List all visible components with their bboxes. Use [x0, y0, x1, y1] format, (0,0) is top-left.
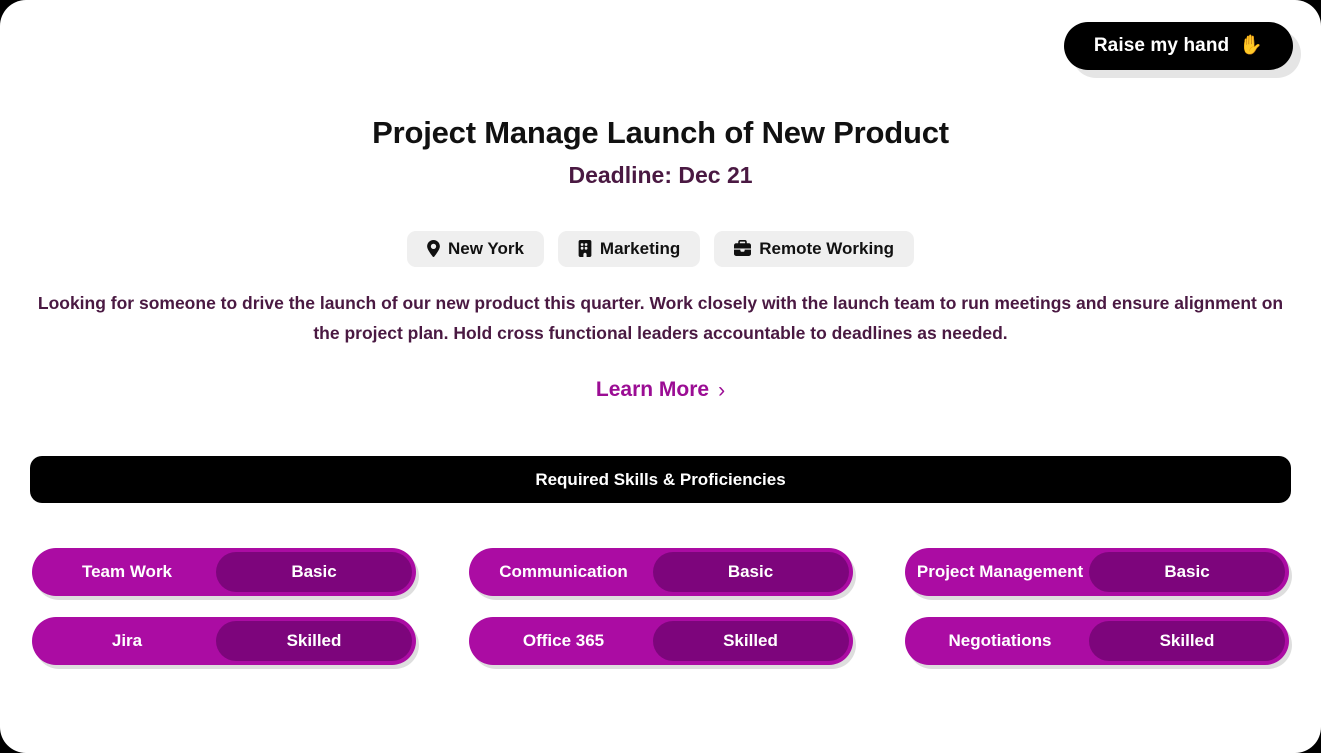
skill-level-badge: Skilled: [1089, 621, 1285, 661]
chevron-right-icon: ›: [718, 378, 726, 402]
skills-banner-title: Required Skills & Proficiencies: [535, 469, 786, 489]
skill-name: Communication: [499, 562, 628, 581]
job-card: Raise my hand ✋ Project Manage Launch of…: [0, 0, 1321, 753]
job-attribute-tags: New York Marketing Remote Working: [0, 231, 1321, 267]
skill-name: Negotiations: [948, 631, 1052, 650]
skill-level-badge: Basic: [216, 552, 412, 592]
raise-hand-button-container: Raise my hand ✋: [1063, 22, 1293, 70]
deadline-text: Deadline: Dec 21: [568, 162, 753, 188]
skill-pill[interactable]: Negotiations Skilled: [905, 617, 1289, 665]
skill-name: Office 365: [522, 631, 605, 650]
skill-pill[interactable]: Project Management Basic: [905, 548, 1289, 596]
skill-pill[interactable]: Team Work Basic: [32, 548, 416, 596]
tag-department[interactable]: Marketing: [557, 231, 701, 267]
building-icon: [578, 240, 592, 257]
skill-name: Jira: [111, 631, 143, 650]
location-pin-icon: [427, 240, 440, 257]
job-description: Looking for someone to drive the launch …: [37, 293, 1284, 343]
tag-location-label: New York: [448, 239, 524, 258]
skill-pill[interactable]: Jira Skilled: [32, 617, 416, 665]
tag-work-mode-label: Remote Working: [759, 239, 894, 258]
learn-more-label: Learn More: [595, 378, 710, 401]
page-title: Project Manage Launch of New Product: [372, 115, 949, 150]
skill-pill[interactable]: Communication Basic: [468, 548, 853, 596]
skill-name: Team Work: [81, 562, 173, 581]
learn-more-row: Learn More ›: [0, 378, 1321, 402]
raise-hand-label: Raise my hand: [1093, 35, 1230, 56]
learn-more-link[interactable]: Learn More ›: [596, 378, 725, 402]
tag-department-label: Marketing: [599, 239, 681, 258]
skill-level-badge: Basic: [652, 552, 849, 592]
skills-section-banner: Required Skills & Proficiencies: [30, 456, 1291, 503]
skill-name: Project Management: [916, 562, 1084, 581]
skill-level-badge: Skilled: [216, 621, 412, 661]
tag-work-mode[interactable]: Remote Working: [714, 231, 914, 267]
skills-grid: Team Work Basic Communication Basic Proj…: [32, 548, 1289, 665]
skill-level-badge: Skilled: [652, 621, 849, 661]
tag-location[interactable]: New York: [407, 231, 544, 267]
skill-level-badge: Basic: [1089, 552, 1285, 592]
raised-hand-icon: ✋: [1239, 35, 1263, 56]
briefcase-icon: [734, 240, 752, 257]
raise-my-hand-button[interactable]: Raise my hand ✋: [1063, 22, 1293, 70]
skill-pill[interactable]: Office 365 Skilled: [468, 617, 853, 665]
